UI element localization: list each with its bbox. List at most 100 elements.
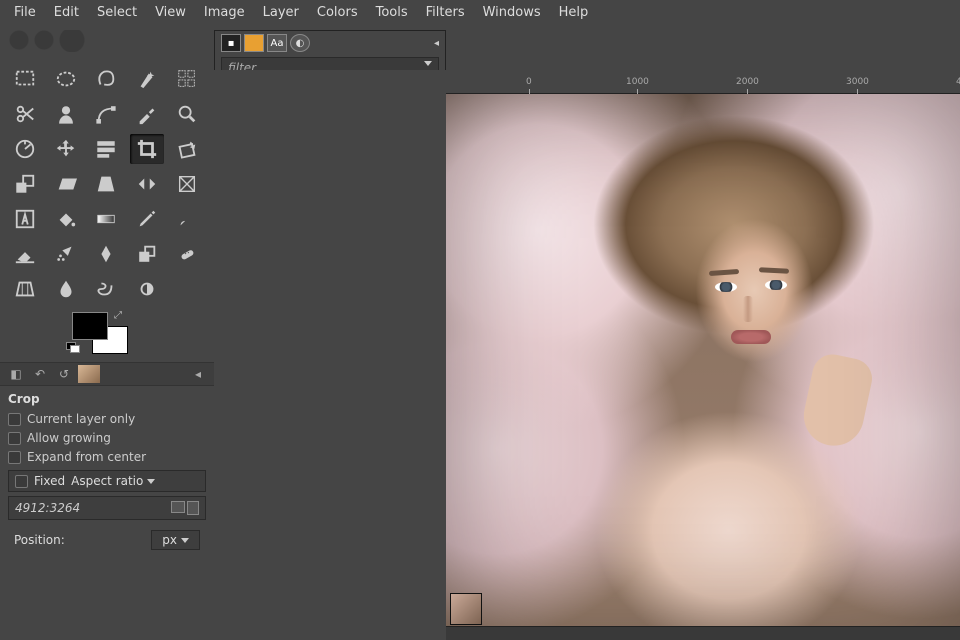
rotate-tool[interactable]: [170, 134, 204, 164]
fixed-mode-dropdown[interactable]: Aspect ratio: [71, 474, 199, 488]
fuzzy-select-tool[interactable]: [130, 64, 164, 94]
heal-tool[interactable]: [170, 239, 204, 269]
checkbox-icon[interactable]: [8, 451, 21, 464]
ruler-tick: 1000: [626, 77, 649, 87]
empty-tool-slot: [170, 274, 204, 304]
zoom-tool[interactable]: [170, 99, 204, 129]
scale-tool[interactable]: [8, 169, 42, 199]
checkbox-icon[interactable]: [8, 432, 21, 445]
menu-layer[interactable]: Layer: [255, 2, 307, 23]
layer-strip[interactable]: [446, 626, 960, 640]
dock-menu-icon[interactable]: ◂: [188, 365, 208, 383]
gradients-tab-icon[interactable]: ◐: [290, 34, 310, 52]
menu-edit[interactable]: Edit: [46, 2, 87, 23]
swap-colors-icon[interactable]: ⤢: [114, 310, 122, 321]
paintbrush-tool[interactable]: [170, 204, 204, 234]
rect-select-tool[interactable]: [8, 64, 42, 94]
smudge-tool[interactable]: [89, 274, 123, 304]
menu-windows[interactable]: Windows: [475, 2, 549, 23]
photo-content: [446, 94, 960, 640]
option-label: Current layer only: [27, 412, 135, 426]
landscape-icon[interactable]: [171, 501, 185, 513]
free-select-tool[interactable]: [89, 64, 123, 94]
portrait-face: [693, 236, 823, 406]
move-tool[interactable]: [49, 134, 83, 164]
chevron-down-icon: [147, 479, 155, 484]
aspect-ratio-field[interactable]: 4912:3264: [8, 496, 206, 520]
allow-growing-option[interactable]: Allow growing: [8, 431, 206, 445]
bucket-fill-tool[interactable]: [49, 204, 83, 234]
portrait-icon[interactable]: [187, 501, 199, 515]
align-tool[interactable]: [89, 134, 123, 164]
foreground-select-tool[interactable]: [49, 99, 83, 129]
menu-colors[interactable]: Colors: [309, 2, 366, 23]
menu-file[interactable]: File: [6, 2, 44, 23]
tool-options-panel: Crop Current layer only Allow growing Ex…: [0, 385, 214, 558]
pencil-tool[interactable]: [130, 204, 164, 234]
chevron-down-icon: [424, 61, 432, 66]
brush-dock-tabs: ▪ Aa ◐ ◂: [215, 31, 445, 55]
default-colors-icon[interactable]: [66, 342, 80, 352]
brushes-tab-icon[interactable]: ▪: [221, 34, 241, 52]
portrait-hand: [799, 351, 876, 452]
image-canvas[interactable]: [446, 94, 960, 640]
position-row: Position: px: [8, 526, 206, 554]
layer-thumbnail[interactable]: [450, 593, 482, 625]
ruler-tick: 2000: [736, 77, 759, 87]
checkbox-icon[interactable]: [15, 475, 28, 488]
clone-tool[interactable]: [130, 239, 164, 269]
toolbox: ⤢ ◧ ↶ ↺ ◂ Crop Current layer only Allow …: [0, 24, 214, 558]
dock-menu-icon[interactable]: ◂: [434, 38, 439, 49]
fonts-tab-icon[interactable]: Aa: [267, 34, 287, 52]
ink-tool[interactable]: [89, 239, 123, 269]
crop-tool[interactable]: [130, 134, 164, 164]
toolbox-header-decoration: [0, 24, 214, 58]
menu-filters[interactable]: Filters: [418, 2, 473, 23]
cage-tool[interactable]: [170, 169, 204, 199]
fixed-aspect-row[interactable]: Fixed Aspect ratio: [8, 470, 206, 492]
blend-tool[interactable]: [89, 204, 123, 234]
paths-tool[interactable]: [89, 99, 123, 129]
canvas-area: 0 1000 2000 3000 4000: [214, 70, 960, 640]
images-tab-icon[interactable]: [78, 365, 100, 383]
menu-select[interactable]: Select: [89, 2, 145, 23]
text-tool[interactable]: [8, 204, 42, 234]
undo-history-tab-icon[interactable]: ↺: [54, 365, 74, 383]
checkbox-icon[interactable]: [8, 413, 21, 426]
scissors-tool[interactable]: [8, 99, 42, 129]
blur-tool[interactable]: [49, 274, 83, 304]
aspect-ratio-value[interactable]: 4912:3264: [15, 501, 80, 515]
color-swatches[interactable]: ⤢: [72, 312, 132, 362]
perspective-tool[interactable]: [89, 169, 123, 199]
airbrush-tool[interactable]: [49, 239, 83, 269]
foreground-color-swatch[interactable]: [72, 312, 108, 340]
perspective-clone-tool[interactable]: [8, 274, 42, 304]
select-by-color-tool[interactable]: [170, 64, 204, 94]
device-status-tab-icon[interactable]: ↶: [30, 365, 50, 383]
option-label: Allow growing: [27, 431, 111, 445]
orientation-toggle[interactable]: [171, 501, 199, 515]
patterns-tab-icon[interactable]: [244, 34, 264, 52]
toolbox-dock-tabs: ◧ ↶ ↺ ◂: [0, 362, 214, 385]
dodge-burn-tool[interactable]: [130, 274, 164, 304]
ruler-tick: 4000: [956, 77, 960, 87]
color-picker-tool[interactable]: [130, 99, 164, 129]
shear-tool[interactable]: [49, 169, 83, 199]
horizontal-ruler[interactable]: 0 1000 2000 3000 4000: [446, 76, 960, 94]
menu-view[interactable]: View: [147, 2, 194, 23]
current-layer-only-option[interactable]: Current layer only: [8, 412, 206, 426]
menu-help[interactable]: Help: [551, 2, 597, 23]
measure-tool[interactable]: [8, 134, 42, 164]
flip-tool[interactable]: [130, 169, 164, 199]
option-label: Expand from center: [27, 450, 146, 464]
tools-grid: [0, 58, 214, 308]
menu-bar: File Edit Select View Image Layer Colors…: [0, 0, 960, 24]
menu-tools[interactable]: Tools: [368, 2, 416, 23]
position-unit-dropdown[interactable]: px: [151, 530, 200, 550]
position-label: Position:: [14, 533, 65, 547]
menu-image[interactable]: Image: [196, 2, 253, 23]
expand-from-center-option[interactable]: Expand from center: [8, 450, 206, 464]
tool-options-tab-icon[interactable]: ◧: [6, 365, 26, 383]
ellipse-select-tool[interactable]: [49, 64, 83, 94]
eraser-tool[interactable]: [8, 239, 42, 269]
